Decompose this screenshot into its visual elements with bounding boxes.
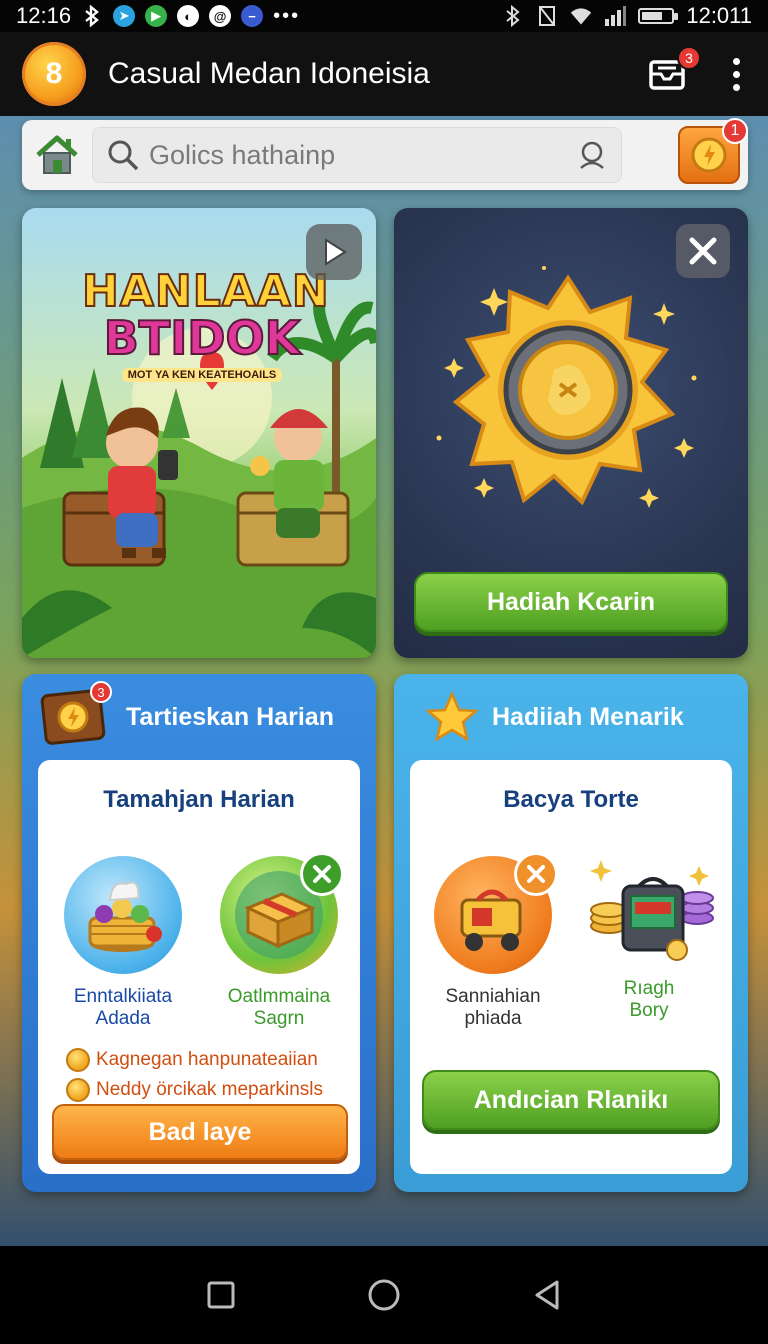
special-action-button[interactable]: Andıcian Rlanikı bbox=[422, 1070, 720, 1130]
close-icon[interactable] bbox=[300, 852, 344, 896]
signal-icon bbox=[604, 5, 627, 27]
special-panel: Bacya Torte Sanniahian phiada Rıagh Bory… bbox=[410, 760, 732, 1174]
promo-title-line2: BTIDOK bbox=[103, 310, 302, 366]
daily-item[interactable]: Oatlmmaina Sagrn bbox=[204, 852, 354, 1030]
notifications-button[interactable]: 3 bbox=[647, 46, 701, 94]
treasure-bag-icon bbox=[590, 860, 714, 961]
daily-item[interactable]: Enntalkiiata Adada bbox=[48, 856, 198, 1030]
app-logo[interactable]: 8 bbox=[22, 42, 86, 106]
more-icon: ••• bbox=[273, 4, 301, 27]
daily-action-button[interactable]: Bad laye bbox=[52, 1104, 348, 1160]
back-icon bbox=[535, 1280, 559, 1310]
daily-panel: Tamahjan Harian Enntalkiiata Adada Oatlm… bbox=[38, 760, 360, 1174]
bonus-line-text: Neddy örcikak meparkinsls bbox=[96, 1079, 324, 1100]
daily-item-label: Enntalkiiata Adada bbox=[48, 986, 198, 1030]
main-content: 1 bbox=[0, 116, 768, 1246]
reward-card: Hadiah Kcarin bbox=[394, 208, 748, 658]
daily-item-label-line1: Enntalkiiata bbox=[73, 986, 173, 1007]
claim-reward-button[interactable]: Hadiah Kcarin bbox=[414, 572, 728, 632]
daily-chest-icon: 3 bbox=[40, 681, 112, 747]
no-sim-icon bbox=[536, 5, 558, 27]
app-bar: 8 Casual Medan Idoneisia 3 bbox=[0, 32, 768, 116]
home-icon bbox=[36, 135, 78, 174]
promo-subtitle: MOT YA KEN KEATEHOAILS bbox=[121, 368, 283, 382]
coin-icon bbox=[66, 1078, 90, 1102]
status-time-right: 12:011 bbox=[686, 3, 752, 28]
play-icon bbox=[325, 238, 347, 266]
navigation-bar bbox=[0, 1246, 768, 1344]
home-button[interactable] bbox=[22, 120, 92, 190]
special-item-label: Sanniahian phiada bbox=[418, 986, 568, 1030]
close-button[interactable] bbox=[676, 224, 730, 278]
close-icon[interactable] bbox=[514, 852, 558, 896]
close-icon bbox=[689, 237, 717, 265]
star-icon bbox=[426, 692, 478, 742]
dot-icon bbox=[733, 83, 740, 91]
dot-icon bbox=[733, 57, 740, 65]
food-stack-icon bbox=[64, 856, 182, 974]
search-bar: 1 bbox=[22, 118, 748, 190]
status-right: 12:011 bbox=[502, 3, 752, 29]
recents-button[interactable] bbox=[191, 1265, 251, 1325]
gift-box-icon bbox=[220, 852, 344, 974]
special-item-label-line2: Bory bbox=[629, 1000, 669, 1021]
special-item-label: Rıagh Bory bbox=[574, 978, 724, 1022]
bonus-line-text: Kagnegan hanpunateaiian bbox=[96, 1049, 318, 1070]
vpn-icon: @ bbox=[209, 5, 232, 27]
special-item[interactable]: Sanniahian phiada bbox=[418, 852, 568, 1030]
special-card-title: Hadiiah Menarik bbox=[492, 702, 684, 731]
coin-icon bbox=[691, 137, 727, 173]
daily-item-label-line2: Sagrn bbox=[253, 1008, 305, 1029]
special-item[interactable]: Rıagh Bory bbox=[574, 846, 724, 1022]
daily-card-header: 3 Tartieskan Harian bbox=[22, 674, 376, 760]
status-time-left: 12:16 bbox=[16, 3, 72, 28]
special-item-label-line1: Rıagh bbox=[623, 978, 675, 999]
battery-icon bbox=[638, 8, 679, 24]
back-button[interactable] bbox=[517, 1265, 577, 1325]
home-nav-button[interactable] bbox=[354, 1265, 414, 1325]
daily-card-title: Tartieskan Harian bbox=[126, 702, 334, 731]
flag-icon: − bbox=[241, 5, 264, 27]
reward-shortcut-button[interactable]: 1 bbox=[678, 118, 748, 184]
home-circle-icon bbox=[368, 1279, 400, 1311]
special-item-label-line1: Sanniahian bbox=[445, 986, 541, 1007]
speed-icon: ◐ bbox=[177, 5, 200, 27]
promo-title-line1: HANLAAN bbox=[81, 265, 330, 318]
play-icon: ▶ bbox=[145, 5, 168, 27]
wifi-icon bbox=[570, 5, 592, 27]
status-bar: 12:16 ➤ ▶ ◐ @ − ••• 12:011 bbox=[0, 0, 768, 32]
special-rewards-card: Hadiiah Menarik Bacya Torte Sanniahian p… bbox=[394, 674, 748, 1192]
daily-item-label-line2: Adada bbox=[95, 1008, 151, 1029]
telegram-icon: ➤ bbox=[113, 5, 136, 27]
special-item-label-line2: phiada bbox=[464, 1008, 522, 1029]
coin-icon bbox=[66, 1048, 90, 1072]
search-input[interactable] bbox=[149, 139, 577, 171]
promo-card[interactable]: HANLAAN BTIDOK MOT YA KEN KEATEHOAILS bbox=[22, 208, 376, 658]
search-icon bbox=[108, 140, 139, 171]
dot-icon bbox=[733, 70, 740, 78]
promo-title: HANLAAN BTIDOK MOT YA KEN KEATEHOAILS bbox=[81, 265, 330, 383]
search-field[interactable] bbox=[92, 127, 622, 183]
status-left: 12:16 ➤ ▶ ◐ @ − ••• bbox=[16, 3, 300, 29]
profile-search-icon[interactable] bbox=[577, 140, 607, 170]
overflow-menu-button[interactable] bbox=[727, 52, 746, 97]
daily-item-label: Oatlmmaina Sagrn bbox=[204, 986, 354, 1030]
special-card-header: Hadiiah Menarik bbox=[394, 674, 748, 760]
special-panel-title: Bacya Torte bbox=[503, 786, 639, 813]
app-actions: 3 bbox=[647, 46, 746, 97]
bluetooth-icon bbox=[81, 5, 103, 27]
daily-badge: 3 bbox=[90, 681, 112, 703]
daily-tasks-card: 3 Tartieskan Harian Tamahjan Harian Ennt… bbox=[22, 674, 376, 1192]
bluetooth-icon bbox=[502, 5, 524, 27]
play-button[interactable] bbox=[306, 224, 362, 280]
bonus-line: Kagnegan hanpunateaiian bbox=[66, 1048, 318, 1072]
notification-badge: 3 bbox=[677, 46, 701, 70]
daily-panel-title: Tamahjan Harian bbox=[103, 786, 295, 813]
daily-item-label-line1: Oatlmmaina bbox=[227, 986, 331, 1007]
bonus-line: Neddy örcikak meparkinsls bbox=[66, 1078, 323, 1102]
recents-icon bbox=[207, 1281, 235, 1309]
toy-truck-icon bbox=[434, 852, 558, 974]
app-title: Casual Medan Idoneisia bbox=[108, 57, 430, 90]
reward-badge: 1 bbox=[722, 118, 748, 144]
